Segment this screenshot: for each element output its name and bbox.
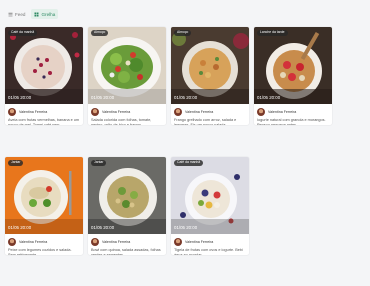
oatmeal-berries-photo (5, 27, 83, 104)
meal-badge: Jantar (8, 160, 24, 166)
post-image[interactable]: Almoço 01/05 20:00 (88, 27, 166, 104)
fruit-bowl-photo (171, 157, 249, 234)
meal-badge: Lanche da tarde (257, 30, 288, 36)
post-card[interactable]: Café da manhã 01/05 20:00 Valentina Ferr… (5, 27, 83, 125)
author-name[interactable]: Valentina Ferreira (19, 110, 47, 114)
tab-feed[interactable]: Feed (5, 9, 28, 19)
post-date: 01/05 20:00 (91, 95, 115, 100)
green-salad-photo (88, 27, 166, 104)
post-card[interactable]: Café da manhã 01/05 20:00 Valentina Ferr… (171, 157, 249, 255)
meal-badge: Café da manhã (174, 160, 204, 166)
post-text: Peixe com legumes cozidos e salada. Sem … (8, 248, 72, 255)
post-text: Frango grelhado com arroz, salada e legu… (174, 118, 237, 125)
post-card[interactable]: Jantar 01/05 20:00 Valentina Ferreira Bo… (88, 157, 166, 255)
author-name[interactable]: Valentina Ferreira (102, 240, 130, 244)
post-image[interactable]: Lanche da tarde 01/05 20:00 (254, 27, 332, 104)
author-name[interactable]: Valentina Ferreira (185, 240, 213, 244)
avatar[interactable] (174, 108, 182, 116)
post-text: Tigela de frutas com ovos e iogurte. Beb… (174, 248, 243, 255)
avatar[interactable] (91, 238, 99, 246)
post-image[interactable]: Café da manhã 01/05 20:00 (171, 157, 249, 234)
avatar[interactable] (174, 238, 182, 246)
avatar[interactable] (8, 108, 16, 116)
tab-grid[interactable]: Grelha (31, 9, 59, 19)
post-card[interactable]: Almoço 01/05 20:00 Valentina Ferreira Fr… (171, 27, 249, 125)
post-text: Iogurte natural com granola e morangos. … (257, 118, 326, 125)
tab-grid-label: Grelha (41, 11, 56, 17)
meal-badge: Jantar (91, 160, 107, 166)
post-text: Bowl com quinoa, salada assadas, folhas … (91, 248, 161, 255)
meal-badge: Almoço (174, 30, 192, 36)
post-image[interactable]: Café da manhã 01/05 20:00 (5, 27, 83, 104)
post-date: 01/05 20:00 (8, 95, 32, 100)
post-image[interactable]: Almoço 01/05 20:00 (171, 27, 249, 104)
post-card[interactable]: Almoço 01/05 20:00 Valentina Ferreira Sa… (88, 27, 166, 125)
avatar[interactable] (8, 238, 16, 246)
author-name[interactable]: Valentina Ferreira (185, 110, 213, 114)
yogurt-strawberries-photo (254, 27, 332, 104)
view-tabs: Feed Grelha (5, 9, 59, 19)
post-date: 01/05 20:00 (257, 95, 281, 100)
tab-feed-label: Feed (15, 11, 26, 17)
rice-chicken-photo (171, 27, 249, 104)
post-card[interactable]: Lanche da tarde 01/05 20:00 Valentina Fe… (254, 27, 332, 125)
meal-badge: Café da manhã (8, 30, 38, 36)
grid-icon (34, 12, 39, 16)
post-image[interactable]: Jantar 01/05 20:00 (88, 157, 166, 234)
post-text: Salada colorida com folhas, tomate, pepi… (91, 118, 152, 125)
meal-badge: Almoço (91, 30, 109, 36)
author-name[interactable]: Valentina Ferreira (102, 110, 130, 114)
author-name[interactable]: Valentina Ferreira (268, 110, 296, 114)
post-card[interactable]: Jantar 01/05 20:00 Valentina Ferreira Pe… (5, 157, 83, 255)
post-date: 01/05 20:00 (174, 225, 198, 230)
quinoa-bowl-photo (88, 157, 166, 234)
author-name[interactable]: Valentina Ferreira (19, 240, 47, 244)
fish-vegetables-photo (5, 157, 83, 234)
post-date: 01/05 20:00 (8, 225, 32, 230)
post-image[interactable]: Jantar 01/05 20:00 (5, 157, 83, 234)
avatar[interactable] (91, 108, 99, 116)
post-text: Aveia com frutas vermelhas, banana e um … (8, 118, 80, 125)
post-date: 01/05 20:00 (91, 225, 115, 230)
feed-icon (8, 12, 13, 16)
avatar[interactable] (257, 108, 265, 116)
post-date: 01/05 20:00 (174, 95, 198, 100)
